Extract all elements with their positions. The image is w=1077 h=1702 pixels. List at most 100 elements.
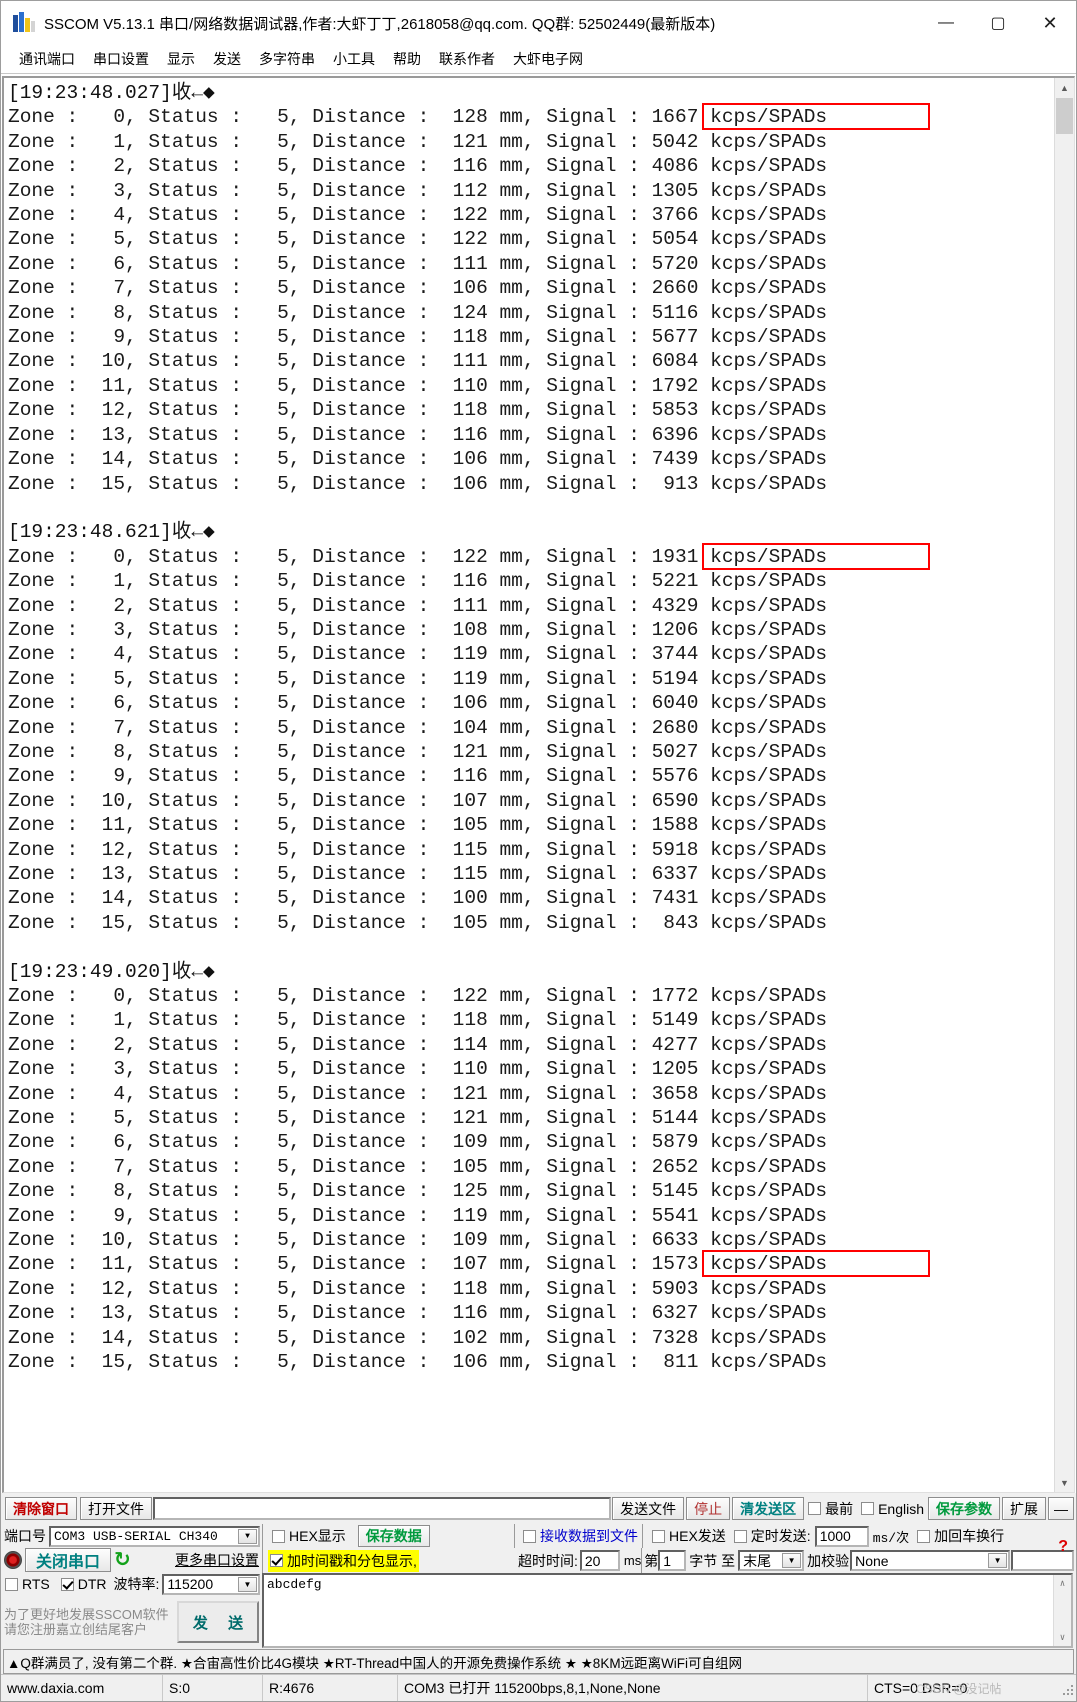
recv-to-file-box-icon[interactable] (523, 1529, 536, 1543)
window-controls: — ▢ ✕ (920, 1, 1076, 45)
terminal-data-row: Zone : 6, Status : 5, Distance : 109 mm,… (8, 1131, 828, 1154)
receive-text[interactable]: [19:23:48.027]收←◆ Zone : 0, Status : 5, D… (4, 78, 1054, 1492)
port-control-row: 关闭串口 ↻ 更多串口设置 (4, 1548, 262, 1572)
terminal-data-row: Zone : 5, Status : 5, Distance : 119 mm,… (8, 667, 828, 690)
receive-scrollbar[interactable]: ▲ ▼ (1054, 78, 1074, 1492)
checksum-select[interactable]: None ▼ (850, 1550, 1011, 1571)
promo-line-1: 为了更好地发展SSCOM软件 (4, 1607, 169, 1622)
terminal-data-row: Zone : 6, Status : 5, Distance : 106 mm,… (8, 692, 828, 715)
maximize-icon[interactable]: ▢ (972, 1, 1024, 45)
hex-send-box-icon[interactable] (652, 1529, 665, 1543)
dtr-label: DTR (77, 1576, 107, 1592)
byte-end-chevron-down-icon[interactable]: ▼ (782, 1553, 802, 1568)
rts-checkbox[interactable]: RTS (5, 1576, 50, 1592)
menu-item-send[interactable]: 发送 (204, 47, 250, 71)
close-icon[interactable]: ✕ (1024, 1, 1076, 45)
menu-item-tools[interactable]: 小工具 (324, 47, 384, 71)
collapse-button[interactable]: — (1048, 1497, 1074, 1520)
save-params-button[interactable]: 保存参数 (928, 1497, 1000, 1520)
byte-start-input[interactable]: 1 (658, 1550, 687, 1571)
terminal-data-row: Zone : 9, Status : 5, Distance : 118 mm,… (8, 326, 828, 349)
terminal-data-row: Zone : 14, Status : 5, Distance : 106 mm… (8, 448, 828, 471)
crlf-checkbox[interactable]: 加回车换行 (917, 1526, 1004, 1546)
menu-item-multi-string[interactable]: 多字符串 (250, 47, 324, 71)
menu-item-comm-port[interactable]: 通讯端口 (10, 47, 84, 71)
scroll-down-icon[interactable]: ▼ (1055, 1473, 1074, 1492)
more-settings-link[interactable]: 更多串口设置 (134, 1550, 262, 1570)
stop-button[interactable]: 停止 (686, 1497, 731, 1520)
menu-item-serial-settings[interactable]: 串口设置 (84, 47, 158, 71)
recv-to-file-label: 接收数据到文件 (540, 1528, 638, 1544)
file-path-input[interactable] (153, 1497, 612, 1520)
hex-display-box-icon[interactable] (272, 1529, 285, 1543)
open-file-button[interactable]: 打开文件 (80, 1497, 152, 1520)
status-website[interactable]: www.daxia.com (1, 1675, 163, 1701)
terminal-data-row: Zone : 3, Status : 5, Distance : 112 mm,… (8, 179, 828, 202)
close-port-button[interactable]: 关闭串口 (25, 1548, 112, 1572)
timeout-unit-label: ms (623, 1553, 642, 1568)
checksum-value: None (855, 1552, 889, 1569)
minimize-icon[interactable]: — (920, 1, 972, 45)
timestamp-checkbox[interactable]: 加时间戳和分包显示, (268, 1549, 419, 1572)
menu-item-display[interactable]: 显示 (158, 47, 204, 71)
timed-send-box-icon[interactable] (733, 1529, 747, 1543)
hex-display-checkbox[interactable]: HEX显示 (272, 1526, 346, 1546)
send-textarea[interactable]: abcdefg ∧ ∨ (262, 1573, 1073, 1648)
status-sent-count: S:0 (163, 1675, 263, 1701)
status-signals: CTS=0 DSR=0 CSDN @没记帖 (868, 1675, 1058, 1701)
topmost-box-icon[interactable] (808, 1502, 822, 1515)
scroll-up-icon[interactable]: ▲ (1055, 78, 1074, 97)
terminal-data-row: Zone : 12, Status : 5, Distance : 115 mm… (8, 838, 828, 861)
menu-item-help[interactable]: 帮助 (384, 47, 430, 71)
baud-chevron-down-icon[interactable]: ▼ (238, 1576, 257, 1592)
timestamp-box-icon[interactable] (270, 1554, 283, 1567)
sscom-window: SSCOM V5.13.1 串口/网络数据调试器,作者:大虾丁丁,2618058… (0, 0, 1077, 1702)
timeout-input[interactable]: 20 (579, 1550, 620, 1571)
port-select[interactable]: COM3 USB-SERIAL CH340 ▼ (49, 1525, 260, 1547)
dtr-box-icon[interactable] (60, 1577, 74, 1591)
dtr-checkbox[interactable]: DTR (60, 1576, 107, 1592)
terminal-data-row: Zone : 4, Status : 5, Distance : 122 mm,… (8, 204, 828, 227)
scroll-thumb[interactable] (1056, 98, 1073, 134)
baud-select[interactable]: 115200 ▼ (162, 1573, 260, 1595)
signal-highlight-box (702, 103, 930, 131)
chevron-down-icon[interactable]: ▼ (238, 1528, 257, 1544)
byte-end-select[interactable]: 末尾 ▼ (738, 1550, 805, 1571)
clear-send-button[interactable]: 清发送区 (732, 1497, 805, 1520)
terminal-data-row: Zone : 10, Status : 5, Distance : 111 mm… (8, 350, 828, 373)
interval-input[interactable]: 1000 (814, 1525, 869, 1547)
window-title: SSCOM V5.13.1 串口/网络数据调试器,作者:大虾丁丁,2618058… (44, 15, 716, 33)
terminal-data-row: Zone : 9, Status : 5, Distance : 119 mm,… (8, 1204, 828, 1227)
recv-to-file-checkbox[interactable]: 接收数据到文件 (523, 1526, 638, 1546)
send-scroll-down-icon[interactable]: ∨ (1054, 1629, 1071, 1646)
save-data-button[interactable]: 保存数据 (357, 1525, 430, 1547)
file-toolbar: 清除窗口 打开文件 发送文件 停止 清发送区 最前 English 保存参数 扩… (1, 1493, 1076, 1523)
port-status-indicator-icon (4, 1551, 22, 1569)
send-button[interactable]: 发 送 (177, 1601, 259, 1643)
timestamp-label: 加时间戳和分包显示, (287, 1552, 417, 1569)
app-logo-icon (13, 12, 35, 34)
refresh-ports-icon[interactable]: ↻ (114, 1550, 131, 1570)
english-checkbox[interactable]: English (861, 1501, 924, 1517)
send-scroll-up-icon[interactable]: ∧ (1054, 1575, 1071, 1592)
send-file-button[interactable]: 发送文件 (612, 1497, 685, 1520)
port-row: 端口号 COM3 USB-SERIAL CH340 ▼ (4, 1524, 262, 1548)
extend-button[interactable]: 扩展 (1002, 1497, 1046, 1520)
topmost-checkbox[interactable]: 最前 (808, 1499, 853, 1519)
terminal-timestamp-header: [19:23:49.020]收←◆ (8, 960, 215, 983)
flow-control-row: RTS DTR 波特率: 115200 ▼ (4, 1572, 262, 1596)
send-textarea-scrollbar[interactable]: ∧ ∨ (1053, 1575, 1071, 1646)
timed-send-checkbox[interactable]: 定时发送: (733, 1526, 811, 1546)
english-box-icon[interactable] (861, 1502, 875, 1515)
clear-window-button[interactable]: 清除窗口 (5, 1497, 77, 1520)
menu-item-contact[interactable]: 联系作者 (430, 47, 504, 71)
rts-box-icon[interactable] (5, 1577, 18, 1591)
hex-send-checkbox[interactable]: HEX发送 (652, 1526, 726, 1546)
crlf-box-icon[interactable] (917, 1529, 931, 1543)
help-icon[interactable]: ? (1058, 1538, 1068, 1556)
resize-grip-icon[interactable] (1058, 1680, 1074, 1696)
menu-item-website[interactable]: 大虾电子网 (504, 47, 592, 71)
terminal-data-row: Zone : 3, Status : 5, Distance : 110 mm,… (8, 1058, 828, 1081)
terminal-data-row: Zone : 8, Status : 5, Distance : 121 mm,… (8, 740, 828, 763)
checksum-chevron-down-icon[interactable]: ▼ (988, 1553, 1008, 1568)
